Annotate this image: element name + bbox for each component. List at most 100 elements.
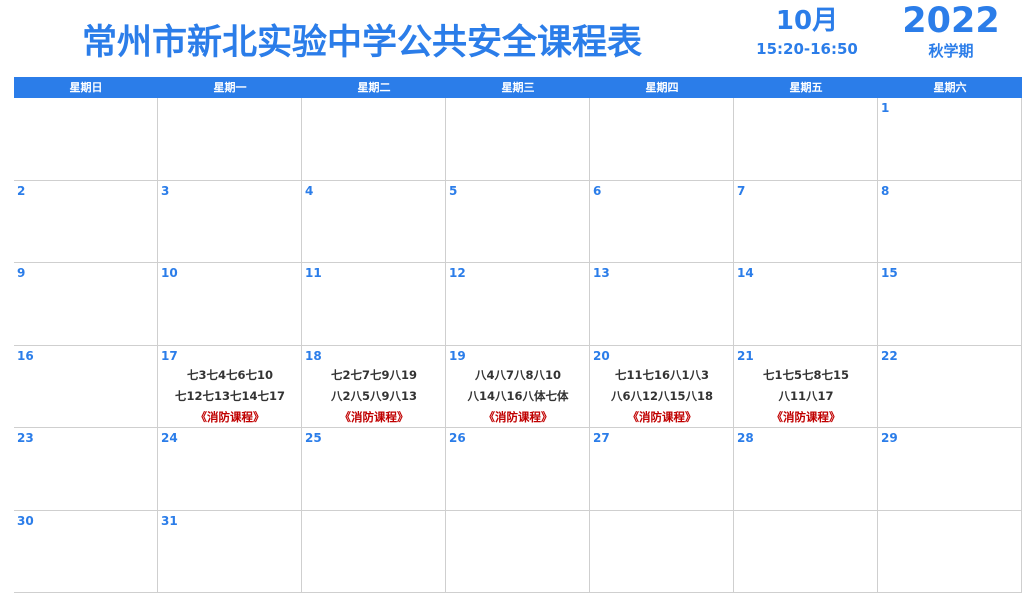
calendar-cell: 14 <box>734 263 878 346</box>
calendar-cell: 17 七3七4七6七10 七12七13七14七17 《消防课程》 <box>158 345 302 428</box>
calendar-cell: 30 <box>14 510 158 593</box>
calendar-cell: 29 <box>878 428 1022 511</box>
day-number: 3 <box>161 183 170 198</box>
day-number: 24 <box>161 431 178 445</box>
course-name: 《消防课程》 <box>771 409 841 424</box>
weekday-thu: 星期四 <box>645 81 679 94</box>
calendar-cell: 19 八4八7八8八10 八14八16八体七体 《消防课程》 <box>446 345 590 428</box>
day-number: 19 <box>449 348 466 363</box>
class-list-line-2: 八14八16八体七体 <box>467 388 569 403</box>
day-number: 6 <box>593 183 602 198</box>
calendar-cell <box>446 510 590 593</box>
weekday-wed: 星期三 <box>501 81 535 94</box>
calendar-cell <box>14 98 158 181</box>
weekday-fri: 星期五 <box>789 81 823 94</box>
course-name: 《消防课程》 <box>339 409 409 424</box>
day-number: 5 <box>449 183 458 198</box>
calendar-cell <box>302 98 446 181</box>
calendar-cell: 21 七1七5七8七15 八11八17 《消防课程》 <box>734 345 878 428</box>
calendar-cell: 27 <box>590 428 734 511</box>
calendar-cell: 25 <box>302 428 446 511</box>
calendar-cell <box>878 510 1022 593</box>
course-name: 《消防课程》 <box>195 409 265 424</box>
day-number: 10 <box>161 266 178 280</box>
calendar-cell: 10 <box>158 263 302 346</box>
calendar-cell: 4 <box>302 180 446 263</box>
calendar-cell: 24 <box>158 428 302 511</box>
class-list-line-1: 七3七4七6七10 <box>186 367 273 382</box>
day-number: 2 <box>17 183 26 198</box>
time-range: 15:20-16:50 <box>756 40 858 58</box>
calendar-cell: 12 <box>446 263 590 346</box>
calendar-cell: 18 七2七7七9八19 八2八5八9八13 《消防课程》 <box>302 345 446 428</box>
class-list-line-1: 七1七5七8七15 <box>762 367 849 382</box>
weekday-mon: 星期一 <box>213 81 247 94</box>
calendar-cell <box>590 98 734 181</box>
day-number: 8 <box>881 183 890 198</box>
class-list-line-2: 八11八17 <box>778 388 834 403</box>
calendar-cell <box>446 98 590 181</box>
day-number: 15 <box>881 266 898 280</box>
day-number: 27 <box>593 431 610 445</box>
calendar-cell: 1 <box>878 98 1022 181</box>
day-number: 17 <box>161 348 178 363</box>
calendar-cell: 2 <box>14 180 158 263</box>
calendar-cell: 20 七11七16八1八3 八6八12八15八18 《消防课程》 <box>590 345 734 428</box>
class-list-line-1: 七2七7七9八19 <box>330 367 417 382</box>
calendar: 星期日 星期一 星期二 星期三 星期四 星期五 星期六 1 2 3 4 5 6 7 8 9 10 1… <box>14 77 1022 593</box>
weekday-header: 星期日 星期一 星期二 星期三 星期四 星期五 星期六 <box>14 77 1022 98</box>
calendar-cell: 11 <box>302 263 446 346</box>
weekday-tue: 星期二 <box>357 81 391 94</box>
calendar-cell: 13 <box>590 263 734 346</box>
term-label: 秋学期 <box>928 42 974 60</box>
class-list-line-2: 八2八5八9八13 <box>330 388 417 403</box>
calendar-cell: 23 <box>14 428 158 511</box>
day-number: 1 <box>881 101 890 115</box>
year-block: 2022 秋学期 <box>896 0 1006 60</box>
day-number: 21 <box>737 348 754 363</box>
course-name: 《消防课程》 <box>483 409 553 424</box>
calendar-cell: 16 <box>14 345 158 428</box>
class-list-line-1: 八4八7八8八10 <box>474 367 561 382</box>
weekday-sat: 星期六 <box>933 81 967 94</box>
calendar-cell <box>302 510 446 593</box>
calendar-cell <box>734 510 878 593</box>
day-number: 18 <box>305 348 322 363</box>
day-number: 11 <box>305 266 322 280</box>
class-list-line-1: 七11七16八1八3 <box>614 367 709 382</box>
day-number: 23 <box>17 431 34 445</box>
day-number: 14 <box>737 266 754 280</box>
month-label: 10月 <box>775 6 839 36</box>
day-number: 22 <box>881 348 898 363</box>
year-label: 2022 <box>902 1 1000 41</box>
class-list-line-2: 八6八12八15八18 <box>610 388 713 403</box>
day-number: 9 <box>17 266 26 280</box>
calendar-cell: 8 <box>878 180 1022 263</box>
day-number: 28 <box>737 431 754 445</box>
day-number: 29 <box>881 431 898 445</box>
schedule-page: 常州市新北实验中学公共安全课程表 10月 15:20-16:50 2022 秋学… <box>0 0 1024 593</box>
day-number: 13 <box>593 266 610 280</box>
calendar-cell <box>734 98 878 181</box>
calendar-cell: 9 <box>14 263 158 346</box>
day-number: 16 <box>17 348 34 363</box>
calendar-cell <box>158 98 302 181</box>
day-number: 26 <box>449 431 466 445</box>
calendar-cell: 3 <box>158 180 302 263</box>
day-number: 7 <box>737 183 746 198</box>
calendar-cell: 28 <box>734 428 878 511</box>
calendar-cell: 15 <box>878 263 1022 346</box>
day-number: 12 <box>449 266 466 280</box>
calendar-cell: 6 <box>590 180 734 263</box>
month-block: 10月 15:20-16:50 <box>752 4 862 58</box>
weekday-sun: 星期日 <box>69 81 103 94</box>
calendar-cell: 22 <box>878 345 1022 428</box>
calendar-cell: 5 <box>446 180 590 263</box>
calendar-cell: 26 <box>446 428 590 511</box>
calendar-grid: 1 2 3 4 5 6 7 8 9 10 11 12 13 14 15 16 17 七3七4七6七10 七12七13… <box>14 98 1022 593</box>
page-title: 常州市新北实验中学公共安全课程表 <box>82 23 643 63</box>
day-number: 20 <box>593 348 610 363</box>
day-number: 30 <box>17 513 34 528</box>
day-number: 31 <box>161 513 178 528</box>
calendar-cell: 7 <box>734 180 878 263</box>
